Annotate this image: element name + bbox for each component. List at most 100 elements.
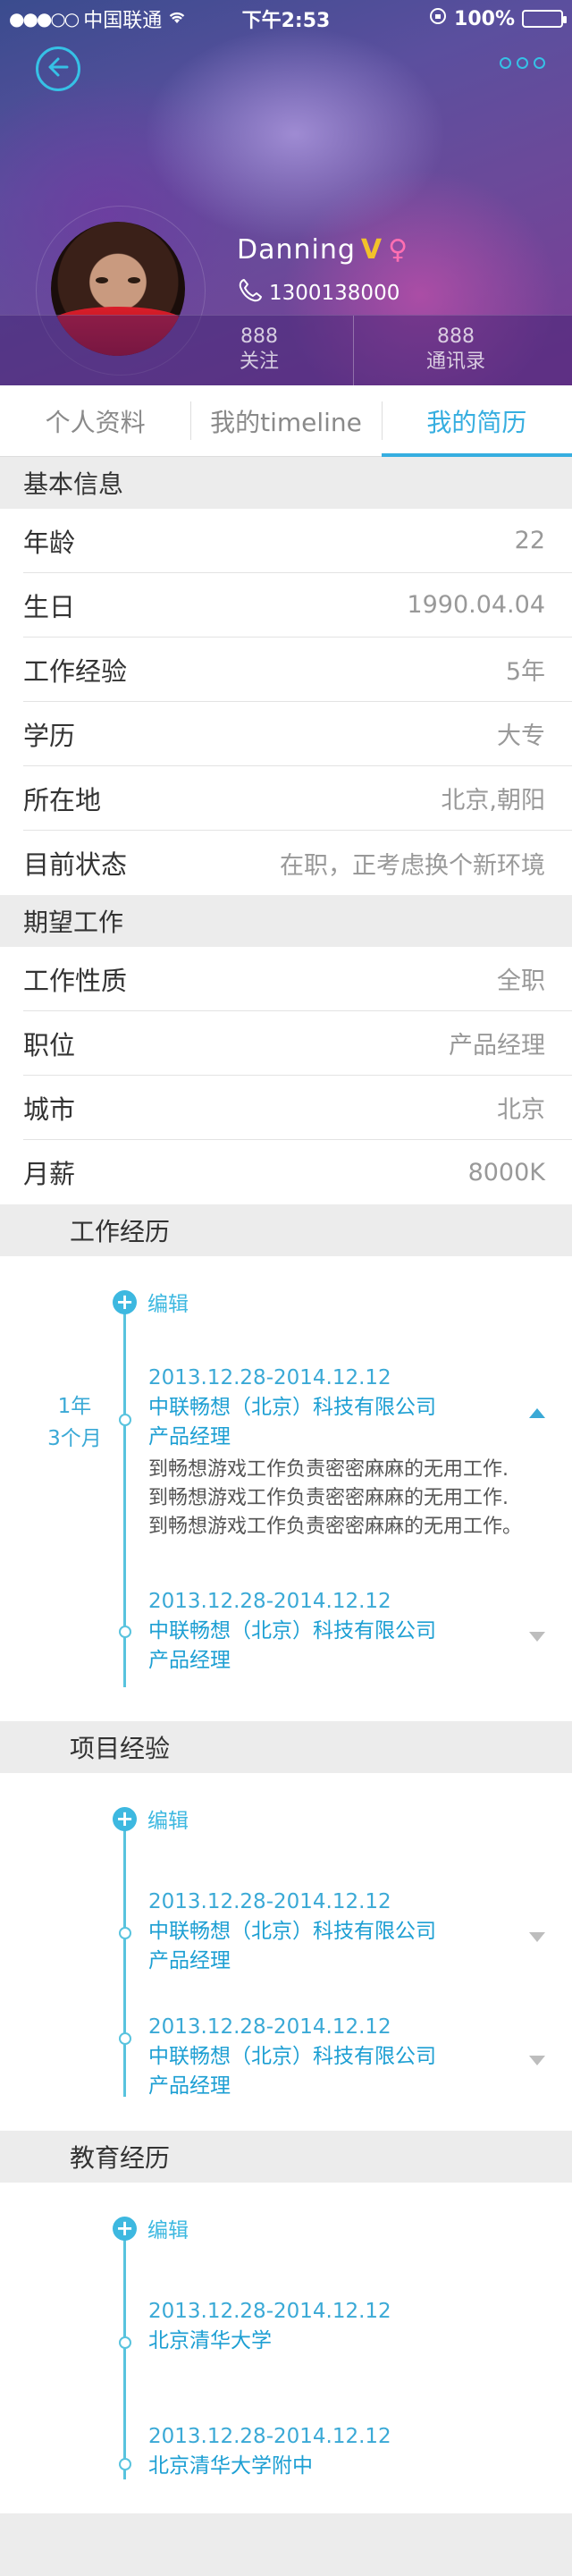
tab-my-resume[interactable]: 我的简历: [381, 385, 572, 457]
row-label: 所在地: [23, 784, 102, 815]
entry-company: 中联畅想（北京）科技有限公司: [148, 1396, 436, 1419]
contacts-count: 888: [437, 325, 475, 348]
tab-my-timeline[interactable]: 我的timeline: [190, 385, 381, 456]
entry-school: 北京清华大学: [148, 2329, 272, 2352]
entry-position: 产品经理: [148, 2074, 231, 2098]
tab-personal-info[interactable]: 个人资料: [0, 385, 190, 456]
entry-company: 中联畅想（北京）科技有限公司: [148, 1619, 436, 1643]
stats-bar: 888 关注 888 通讯录: [0, 315, 572, 385]
education-header: 教育经历: [0, 2131, 572, 2183]
row-value: 在职，正考虑换个新环境: [280, 851, 545, 880]
profile-name-row: Danning V ♀: [237, 234, 408, 266]
entry-position: 产品经理: [148, 1425, 231, 1448]
row-label: 工作性质: [23, 965, 128, 996]
project-entry[interactable]: 2013.12.28-2014.12.12 中联畅想（北京）科技有限公司 产品经…: [148, 1888, 533, 1976]
row-value: 1990.04.04: [407, 591, 545, 619]
timeline-node: [119, 1927, 131, 1939]
contacts-label: 通讯录: [425, 351, 485, 373]
profile-name: Danning: [237, 234, 356, 266]
edit-label: 编辑: [147, 2219, 189, 2242]
info-row-location: 所在地 北京,朝阳: [23, 766, 572, 831]
timeline-node: [119, 2458, 131, 2470]
row-value: 22: [514, 527, 545, 554]
back-button[interactable]: [36, 46, 80, 91]
timeline-node: [119, 1626, 131, 1638]
entry-date: 2013.12.28-2014.12.12: [148, 1366, 391, 1389]
row-label: 月薪: [23, 1159, 76, 1189]
work-experience-header: 工作经历: [0, 1204, 572, 1256]
work-entry[interactable]: 2013.12.28-2014.12.12 中联畅想（北京）科技有限公司 产品经…: [148, 1587, 533, 1676]
more-dot-icon: [500, 57, 511, 69]
job-row-type: 工作性质 全职: [23, 947, 572, 1011]
duration-years: 1年: [57, 1395, 92, 1418]
row-label: 工作经验: [23, 655, 128, 687]
job-row-position: 职位 产品经理: [23, 1011, 572, 1076]
battery-icon: [522, 10, 567, 28]
carrier-label: 中国联通: [83, 10, 163, 32]
wifi-icon: [167, 8, 187, 30]
expected-job-list: 工作性质 全职 职位 产品经理 城市 北京 月薪 8000K: [0, 947, 572, 1204]
edit-label: 编辑: [147, 1810, 189, 1833]
plus-icon: +: [113, 1289, 137, 1314]
entry-company: 中联畅想（北京）科技有限公司: [148, 2045, 436, 2068]
more-dot-icon: [534, 57, 545, 69]
plus-icon: +: [113, 1806, 137, 1831]
edit-label: 编辑: [147, 1293, 189, 1316]
more-options-button[interactable]: [500, 57, 545, 69]
resume-page: ●●●○○ 中国联通 下午2:53 100% Danning V ♀ 13001…: [0, 0, 572, 2576]
entry-position: 产品经理: [148, 1949, 231, 1972]
row-label: 生日: [23, 591, 76, 622]
entry-school: 北京清华大学附中: [148, 2454, 313, 2478]
timeline-node: [119, 2032, 131, 2045]
entry-date: 2013.12.28-2014.12.12: [148, 1590, 391, 1613]
work-entry[interactable]: 2013.12.28-2014.12.12 中联畅想（北京）科技有限公司 产品经…: [148, 1364, 533, 1541]
timeline-line: [123, 1818, 126, 2097]
basic-info-header: 基本信息: [0, 457, 572, 509]
follow-count: 888: [240, 325, 278, 348]
row-value: 北京: [497, 1096, 545, 1124]
row-label: 年龄: [23, 527, 76, 558]
entry-date: 2013.12.28-2014.12.12: [148, 1890, 391, 1913]
basic-info-list: 年龄 22 生日 1990.04.04 工作经验 5年 学历 大专 所在地 北京,朝阳 目…: [0, 509, 572, 895]
project-entry[interactable]: 2013.12.28-2014.12.12 中联畅想（北京）科技有限公司 产品经…: [148, 2013, 533, 2101]
info-row-birthday: 生日 1990.04.04: [23, 573, 572, 638]
contacts-stat[interactable]: 888 通讯录: [358, 325, 554, 375]
row-value: 北京,朝阳: [441, 787, 545, 815]
row-value: 8000K: [467, 1158, 545, 1187]
education-entry[interactable]: 2013.12.28-2014.12.12 北京清华大学: [148, 2297, 533, 2356]
row-value: 大专: [497, 722, 545, 750]
education-edit-button[interactable]: + 编辑: [113, 2213, 189, 2243]
work-edit-button[interactable]: + 编辑: [113, 1287, 189, 1317]
expand-caret-icon[interactable]: [529, 1932, 545, 1942]
project-experience-header: 项目经验: [0, 1721, 572, 1773]
expand-caret-icon[interactable]: [529, 2056, 545, 2065]
more-dot-icon: [517, 57, 528, 69]
job-row-salary: 月薪 8000K: [23, 1140, 572, 1204]
job-row-city: 城市 北京: [23, 1076, 572, 1140]
back-arrow-icon: [46, 55, 70, 82]
phone-icon: [237, 277, 264, 309]
expected-job-header: 期望工作: [0, 895, 572, 947]
timeline-line: [123, 2227, 126, 2479]
collapse-caret-icon[interactable]: [529, 1408, 545, 1418]
work-duration: 1年 3个月: [41, 1390, 108, 1455]
entry-date: 2013.12.28-2014.12.12: [148, 2425, 391, 2448]
entry-company: 中联畅想（北京）科技有限公司: [148, 1920, 436, 1943]
info-row-education: 学历 大专: [23, 702, 572, 766]
row-value: 产品经理: [449, 1032, 545, 1060]
signal-icon: ●●●○○: [9, 8, 80, 30]
entry-date: 2013.12.28-2014.12.12: [148, 2300, 391, 2323]
follow-stat[interactable]: 888 关注: [161, 325, 358, 375]
duration-months: 3个月: [47, 1427, 102, 1450]
expand-caret-icon[interactable]: [529, 1632, 545, 1642]
education-entry[interactable]: 2013.12.28-2014.12.12 北京清华大学附中: [148, 2422, 533, 2481]
profile-phone-row: 1300138000: [237, 277, 400, 309]
entry-position: 产品经理: [148, 1649, 231, 1672]
rotation-lock-icon: [429, 7, 447, 30]
row-label: 职位: [23, 1029, 76, 1060]
follow-label: 关注: [239, 351, 279, 373]
entry-description: 到畅想游戏工作负责密密麻麻的无用工作.到畅想游戏工作负责密密麻麻的无用工作.到畅…: [148, 1458, 523, 1538]
timeline-node: [119, 1414, 131, 1426]
stats-divider: [353, 316, 354, 385]
project-edit-button[interactable]: + 编辑: [113, 1803, 189, 1834]
